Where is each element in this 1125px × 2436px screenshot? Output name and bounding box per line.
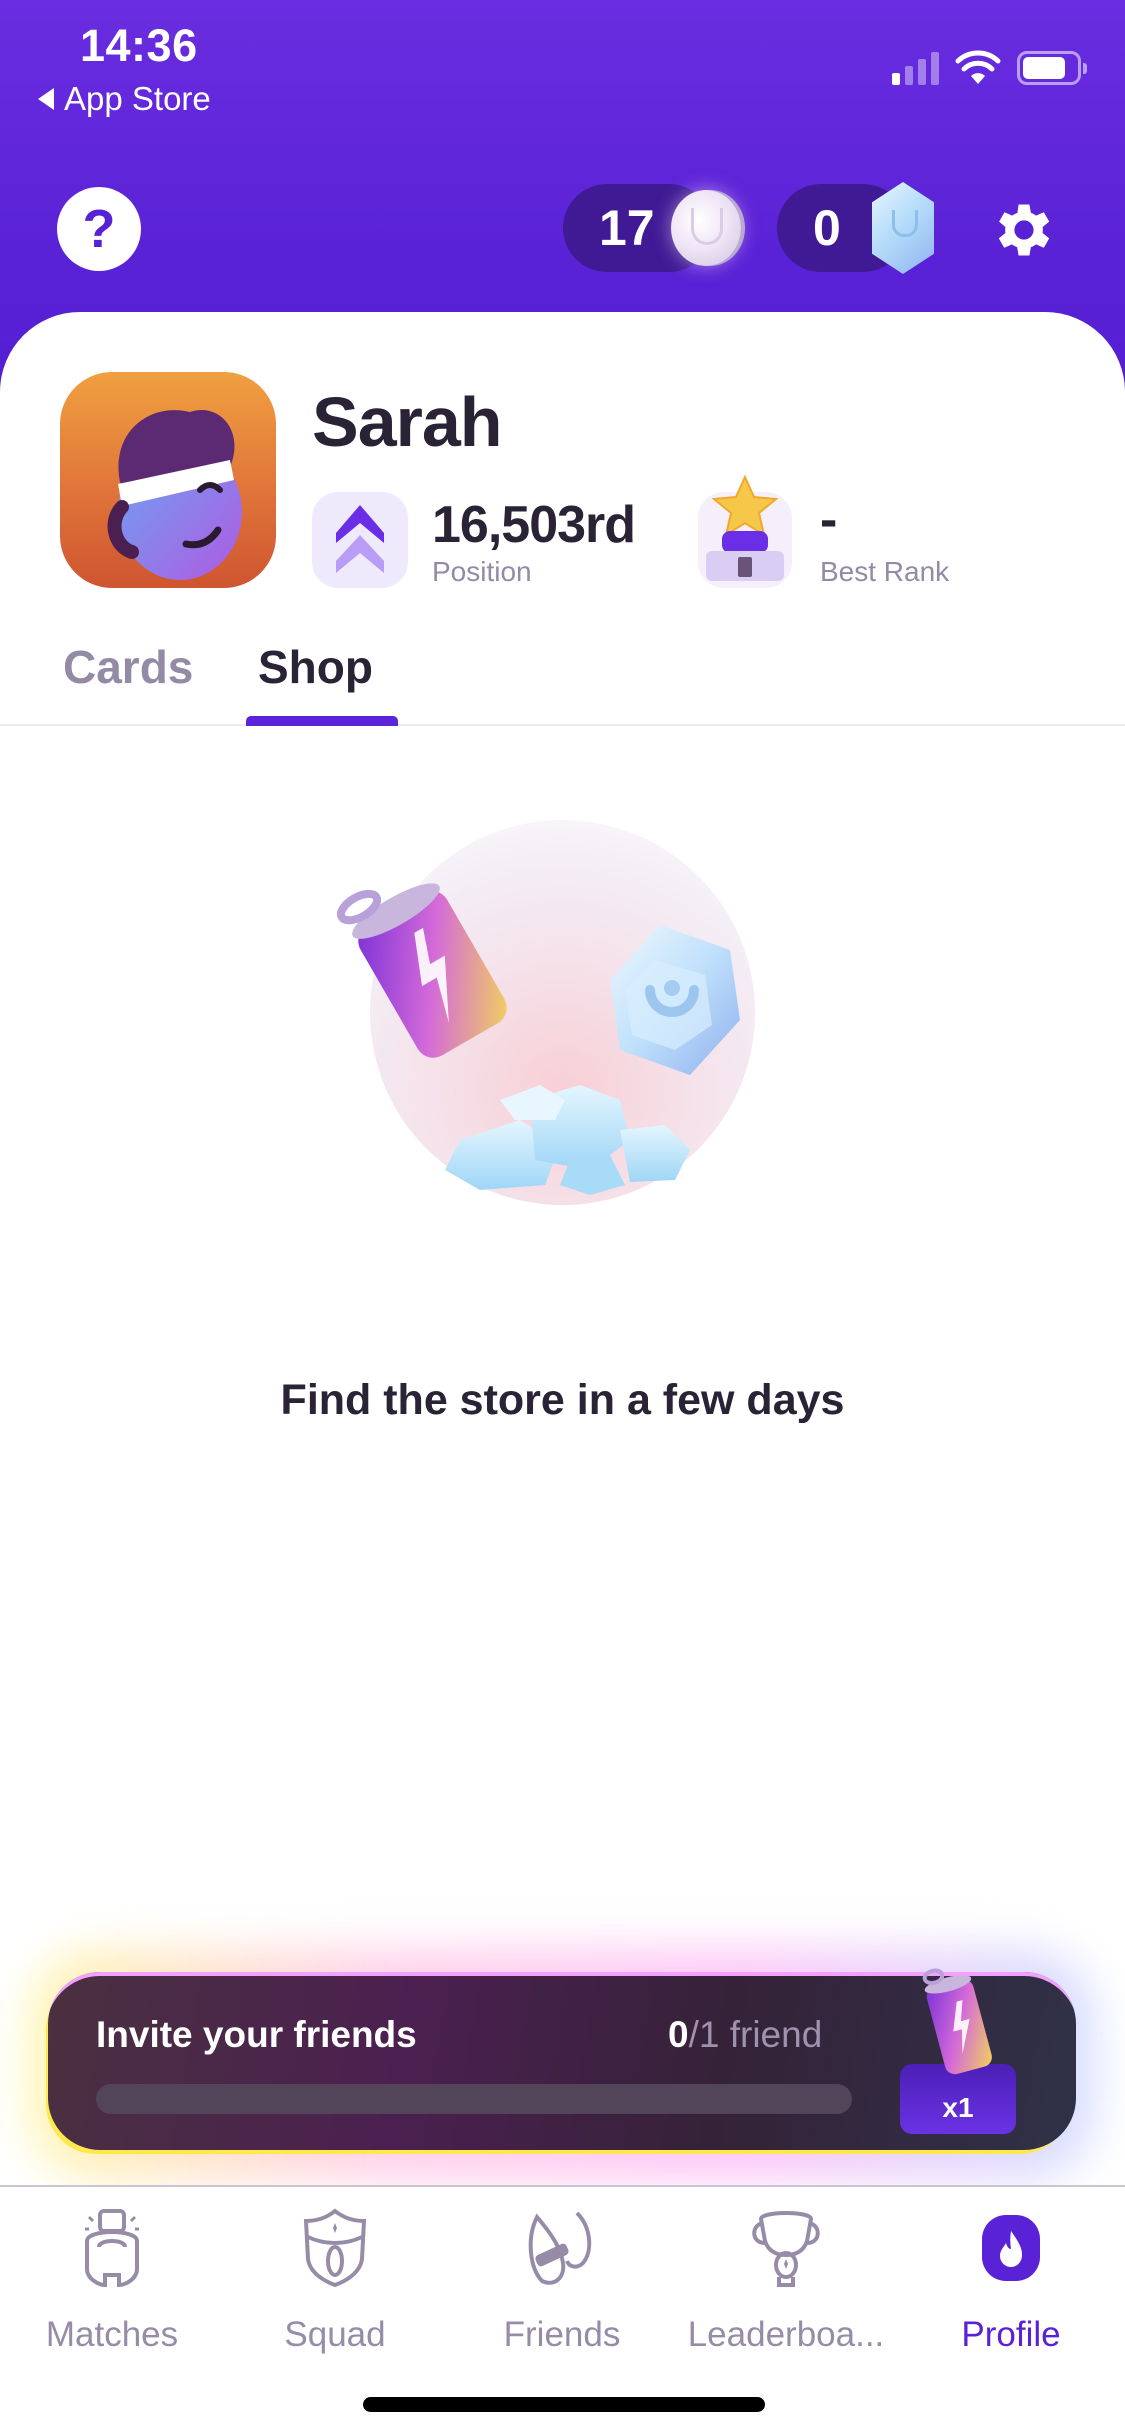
active-tab-indicator	[246, 716, 398, 726]
coin-icon	[671, 190, 741, 266]
invite-goal: /1 friend	[688, 2014, 823, 2055]
gem-balance[interactable]: 0	[777, 182, 934, 274]
tab-matches[interactable]: Matches	[2, 2207, 222, 2355]
tab-label: Matches	[45, 2315, 179, 2354]
crystal-pile-icon	[445, 1085, 690, 1195]
invite-current: 0	[668, 2014, 689, 2055]
tab-shop[interactable]: Shop	[258, 640, 373, 694]
best-rank-value: -	[820, 491, 837, 549]
home-indicator	[363, 2397, 765, 2412]
back-triangle-icon	[38, 88, 54, 110]
user-avatar[interactable]	[60, 372, 276, 588]
tab-cards[interactable]: Cards	[63, 640, 193, 694]
best-rank-label: Best Rank	[820, 556, 950, 587]
squad-shield-icon	[303, 2208, 367, 2288]
profile-tabs: Cards Shop	[0, 620, 1125, 726]
back-to-app-store[interactable]: App Store	[38, 80, 211, 118]
coin-balance[interactable]: 17	[563, 184, 741, 272]
shop-illustration	[320, 800, 805, 1240]
wifi-icon	[955, 50, 1001, 84]
tab-squad[interactable]: Squad	[225, 2207, 445, 2355]
gem-shop-icon	[610, 925, 740, 1075]
profile-flame-icon	[982, 2215, 1040, 2281]
tab-label: Leaderboa...	[687, 2315, 885, 2354]
trophy-icon	[752, 2211, 820, 2287]
help-button[interactable]: ?	[57, 187, 141, 271]
tab-label: Friends	[503, 2315, 621, 2354]
back-label: App Store	[64, 80, 211, 117]
position-value: 16,503rd	[432, 496, 636, 554]
position-icon	[312, 492, 408, 588]
status-time: 14:36	[80, 20, 198, 71]
position-label: Position	[432, 556, 532, 587]
tab-label: Profile	[961, 2315, 1061, 2354]
invite-progress-text: 0/1 friend	[668, 2014, 822, 2056]
shop-empty-message: Find the store in a few days	[280, 1376, 845, 1424]
user-name: Sarah	[312, 383, 503, 461]
invite-title: Invite your friends	[96, 2014, 417, 2055]
friends-icon	[528, 2211, 592, 2285]
tab-friends[interactable]: Friends	[452, 2207, 672, 2355]
matches-icon	[85, 2209, 139, 2288]
status-icons	[892, 50, 1087, 86]
tab-profile[interactable]: Profile	[901, 2207, 1121, 2355]
cellular-signal-icon	[892, 51, 939, 85]
reward-energy-can-icon	[922, 1968, 992, 2075]
energy-can-icon	[336, 883, 507, 1058]
invite-progress-bar	[96, 2084, 852, 2114]
tab-label: Squad	[284, 2315, 386, 2354]
best-rank-trophy-icon	[698, 475, 792, 588]
avatar-character-icon	[107, 410, 242, 580]
tab-leaderboard[interactable]: Leaderboa...	[676, 2207, 896, 2355]
settings-gear-icon[interactable]	[988, 194, 1060, 266]
battery-icon	[1017, 51, 1087, 85]
